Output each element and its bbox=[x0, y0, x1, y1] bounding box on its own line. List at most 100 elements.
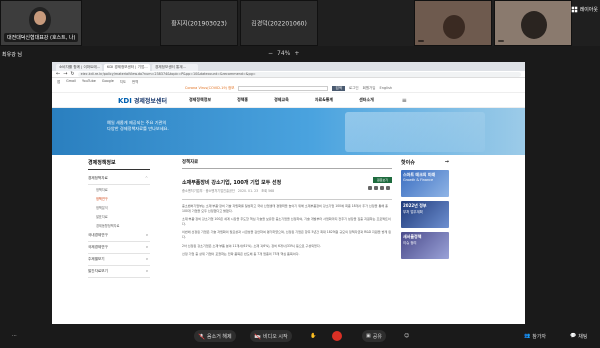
logo-kdi: KDI bbox=[118, 96, 132, 105]
arrow-right-icon[interactable]: → bbox=[445, 159, 449, 166]
main-menu: 경제정책정보 정책홍 경제교육 자료&통계 센터소개 bbox=[189, 97, 374, 103]
back-icon[interactable]: ← bbox=[56, 71, 60, 77]
bookmark-item[interactable]: Gmail bbox=[66, 79, 76, 83]
menu-item[interactable]: 경제정책정보 bbox=[189, 97, 211, 103]
browser-tab-active[interactable]: KDI 경제정보센터 | 기업... bbox=[104, 64, 150, 71]
banner-text: 예일 새롭게 제공되는 주요 기관의 다양한 경제정책자료를 만나보세요. bbox=[107, 120, 169, 132]
signup-link[interactable]: 회원가입 bbox=[363, 86, 376, 91]
link-icon[interactable] bbox=[380, 186, 384, 190]
chevron-down-icon: v bbox=[145, 245, 148, 249]
participant-name bbox=[498, 40, 504, 42]
left-nav-subitem[interactable]: 발표자료 bbox=[88, 212, 150, 221]
mic-off-icon bbox=[198, 332, 205, 340]
site-search-input[interactable] bbox=[238, 85, 329, 91]
menu-item[interactable]: 자료&통계 bbox=[315, 97, 333, 103]
print-icon[interactable] bbox=[386, 186, 390, 190]
menu-item[interactable]: 경제교육 bbox=[274, 97, 289, 103]
site-utility-bar: Corona Virus(COVID-19) 정보 검색 로그인 회원가입 En… bbox=[52, 84, 525, 93]
video-button[interactable]: 비디오 시작 bbox=[250, 330, 292, 342]
chat-button[interactable]: 💬 채팅 bbox=[566, 330, 591, 342]
view-original-button[interactable]: 원문보기 bbox=[372, 177, 392, 183]
zoom-control: − 74% + bbox=[268, 50, 299, 57]
participant-tile[interactable]: 대전대덕신협대표강 (호스트, 나) bbox=[0, 0, 82, 46]
left-nav-item[interactable]: 국제경제연구 v bbox=[88, 242, 150, 254]
bookmark-item[interactable]: 지도 bbox=[120, 79, 126, 84]
left-nav-label: 발간자료보기 bbox=[88, 269, 108, 273]
leave-call-button[interactable] bbox=[332, 331, 342, 341]
bookmark-item[interactable]: Google bbox=[102, 79, 114, 83]
participant-name bbox=[418, 40, 424, 42]
forward-icon[interactable]: → bbox=[63, 71, 67, 77]
article-paragraph: 선정 기업 중 상위 기업이 포괄하는 전략 품목은 반도체 등 7개 업종의 … bbox=[182, 252, 300, 257]
card-subtitle: 이슈 정리 bbox=[403, 241, 417, 245]
address-bar: ← → ↻ eiec.kdi.re.kr/policy/materialView… bbox=[52, 71, 525, 78]
zoom-level: 74% bbox=[277, 50, 291, 57]
left-nav-subitem[interactable]: 정책자료 bbox=[88, 185, 150, 194]
menu-item[interactable]: 정책홍 bbox=[237, 97, 248, 103]
browser-tab[interactable]: 소비자를 함께 | 이마트에... bbox=[56, 64, 102, 71]
more-options-button[interactable]: ··· bbox=[8, 330, 21, 342]
browser-tab[interactable]: 경제정보센터 통계... bbox=[152, 64, 198, 71]
article-views: 조회 568 bbox=[261, 189, 275, 193]
bookmark-item[interactable]: YouTube bbox=[82, 79, 96, 83]
hero-banner: 예일 새롭게 제공되는 주요 기관의 다양한 경제정책자료를 만나보세요. bbox=[52, 108, 525, 155]
participant-strip: 대전대덕신협대표강 (호스트, 나) 황지지(201903023) 김경덕(20… bbox=[0, 0, 600, 46]
bookmark-item[interactable]: 번역 bbox=[132, 79, 138, 84]
banner-line: 다양한 경제정책자료를 만나보세요. bbox=[107, 126, 169, 131]
twitter-icon[interactable] bbox=[374, 186, 378, 190]
hot-issue-card[interactable]: 스마트 테크의 미래 Growth & Finance bbox=[401, 170, 449, 197]
shared-browser-window: 소비자를 함께 | 이마트에... KDI 경제정보센터 | 기업... 경제정… bbox=[52, 62, 525, 324]
participant-tile[interactable]: 황지지(201903023) bbox=[160, 0, 238, 46]
share-label: 공유 bbox=[372, 333, 382, 340]
section-title: 정책자료 bbox=[182, 159, 392, 169]
menu-item[interactable]: 센터소개 bbox=[359, 97, 374, 103]
hand-button[interactable]: ✋ bbox=[306, 330, 320, 342]
hamburger-icon[interactable]: ≡ bbox=[402, 97, 407, 104]
site-logo[interactable]: KDI 경제정보센터 bbox=[118, 96, 167, 105]
mic-button[interactable]: 음소거 해제 bbox=[194, 330, 236, 342]
left-nav-item[interactable]: 주제별보기 v bbox=[88, 254, 150, 266]
left-nav-subitem-active[interactable]: 정책연구 bbox=[88, 194, 150, 203]
article-meta: 중소벤처기업부 · 중소벤처기업진흥공단 2020. 01. 23 조회 568 bbox=[182, 188, 392, 194]
article: 정책자료 소재부품장비 강소기업, 100개 기업 모두 선정 중소벤처기업부 … bbox=[182, 159, 392, 261]
meeting-toolbar: ··· 음소거 해제 비디오 시작 ✋ ▣ 공유 ☺ 👥 참가자 💬 채팅 bbox=[0, 324, 600, 348]
participant-tile[interactable] bbox=[414, 0, 492, 46]
participant-face bbox=[34, 11, 46, 25]
left-nav-subitem[interactable]: 경제동향정책자료 bbox=[88, 221, 150, 230]
hot-issue-card[interactable]: 2022년 정부 부처 업무계획 bbox=[401, 201, 449, 228]
people-icon: 👥 bbox=[524, 333, 531, 339]
url-field[interactable]: eiec.kdi.re.kr/policy/materialView.do?nu… bbox=[77, 71, 521, 77]
left-nav-subitem[interactable]: 정책분석 bbox=[88, 203, 150, 212]
english-link[interactable]: English bbox=[379, 86, 392, 90]
left-nav: 경제정책정보 경제정책자료 ^ 정책자료 정책연구 정책분석 발표자료 경제동향정… bbox=[88, 159, 150, 278]
reaction-button[interactable]: ☺ bbox=[400, 330, 413, 342]
zoom-in-button[interactable]: + bbox=[294, 50, 299, 57]
hot-issue-header: 핫이슈 → bbox=[401, 159, 449, 166]
card-title: 새서울정책 bbox=[403, 234, 422, 239]
participants-button[interactable]: 👥 참가자 bbox=[520, 330, 550, 342]
site-search-button[interactable]: 검색 bbox=[332, 85, 345, 91]
share-header: 최유강 님 − 74% + bbox=[0, 46, 600, 62]
hot-issue-panel: 핫이슈 → 스마트 테크의 미래 Growth & Finance 2022년 정… bbox=[401, 159, 449, 259]
video-off-icon bbox=[254, 332, 261, 340]
login-link[interactable]: 로그인 bbox=[349, 86, 359, 91]
reload-icon[interactable]: ↻ bbox=[70, 71, 74, 77]
hot-issue-card[interactable]: 새서울정책이슈 정리 bbox=[401, 232, 449, 259]
bookmark-item[interactable]: 앱 bbox=[57, 79, 60, 84]
left-nav-label: 주제별보기 bbox=[88, 257, 105, 261]
zoom-out-button[interactable]: − bbox=[268, 50, 273, 57]
layout-button[interactable]: 레이아웃 bbox=[571, 6, 598, 13]
facebook-icon[interactable] bbox=[368, 186, 372, 190]
participant-name: 김경덕(202201060) bbox=[251, 20, 307, 28]
share-button[interactable]: ▣ 공유 bbox=[362, 330, 386, 342]
covid-notice[interactable]: Corona Virus(COVID-19) 정보 bbox=[185, 86, 235, 91]
left-nav-label: 경제정책자료 bbox=[88, 176, 108, 180]
hand-icon: ✋ bbox=[310, 333, 317, 339]
left-nav-item[interactable]: 경제정책자료 ^ bbox=[88, 173, 150, 185]
left-nav-item[interactable]: 발간자료보기 v bbox=[88, 266, 150, 278]
card-subtitle: 부처 업무계획 bbox=[403, 210, 423, 214]
participant-tile[interactable]: 김경덕(202201060) bbox=[240, 0, 318, 46]
participant-tile[interactable] bbox=[494, 0, 572, 46]
chevron-down-icon: v bbox=[145, 269, 148, 273]
left-nav-item[interactable]: 국내경제연구 v bbox=[88, 230, 150, 242]
